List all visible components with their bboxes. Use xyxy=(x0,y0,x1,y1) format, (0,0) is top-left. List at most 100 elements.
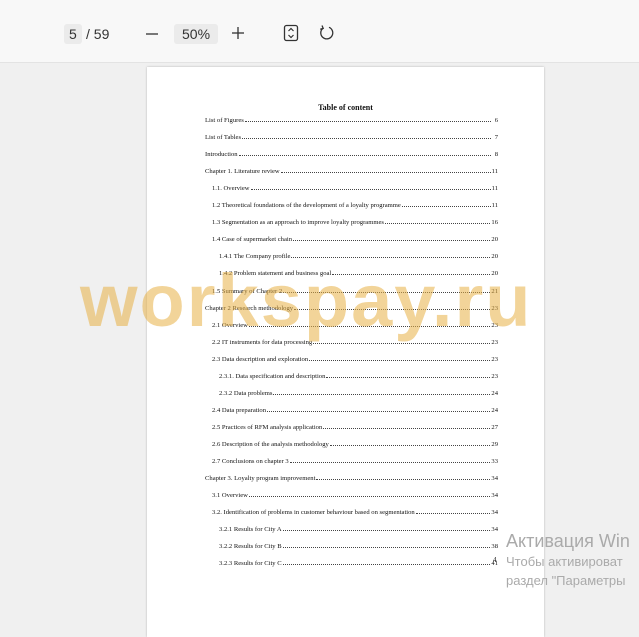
toc-dot-leader xyxy=(309,359,491,361)
toc-entry-title: 1.2 Theoretical foundations of the devel… xyxy=(212,202,401,210)
toc-dot-leader xyxy=(282,564,491,566)
toc-entry-title: 1.3 Segmentation as an approach to impro… xyxy=(212,219,384,227)
toc-entry-title: 2.5 Practices of RFM analysis applicatio… xyxy=(212,423,323,431)
toc-entry[interactable]: 2.3 Data description and exploration 23 xyxy=(212,353,498,363)
activation-line-2: раздел "Параметры xyxy=(506,573,626,588)
toc-entry[interactable]: 2.3.2 Data problems 24 xyxy=(219,387,498,397)
toc-entry[interactable]: 2.7 Conclusions on chapter 3 33 xyxy=(212,455,498,465)
zoom-level[interactable]: 50% xyxy=(174,24,219,44)
toc-entry-title: 2.3.1. Data specification and descriptio… xyxy=(219,372,326,380)
toc-dot-leader xyxy=(250,189,491,191)
toc-dot-leader xyxy=(401,206,491,208)
toc-entry[interactable]: 1.4 Case of supermarket chain 20 xyxy=(212,233,498,243)
rotate-button[interactable] xyxy=(318,24,336,42)
toc-entry-page: 34 xyxy=(491,475,498,483)
toc-dot-leader xyxy=(244,121,491,122)
toc-entry-title: Chapter 3. Loyalty program improvement xyxy=(205,475,316,483)
toc-dot-leader xyxy=(289,462,491,463)
toc-entry[interactable]: 2.4 Data preparation 24 xyxy=(212,404,498,414)
toc-entry-page: 7 xyxy=(494,134,498,142)
fit-page-icon xyxy=(283,24,299,42)
toc-entry-page: 27 xyxy=(491,423,498,431)
document-page: Table of content List of Figures 6 List of… xyxy=(147,67,544,637)
toc-entry-page: 34 xyxy=(491,509,498,517)
toc-entry[interactable]: 3.1 Overview 34 xyxy=(212,489,498,499)
toc-entry[interactable]: Introduction 8 xyxy=(205,148,498,158)
toc-entry[interactable]: 2.6 Description of the analysis methodol… xyxy=(212,438,498,448)
toc-dot-leader xyxy=(316,479,491,481)
toc-dot-leader xyxy=(282,530,491,532)
toc-entry-title: 1.4 Case of supermarket chain xyxy=(212,236,293,244)
toc-dot-leader xyxy=(242,138,491,140)
toc-entry-title: 2.7 Conclusions on chapter 3 xyxy=(212,458,289,465)
toc-dot-leader xyxy=(282,547,491,549)
toc-entry-page: 20 xyxy=(491,236,498,244)
toc-entry-title: List of Tables xyxy=(205,134,242,142)
toc-entry[interactable]: Chapter 3. Loyalty program improvement 34 xyxy=(205,472,498,482)
page-number-input[interactable]: 5 xyxy=(64,24,82,44)
toc-entry-page: 23 xyxy=(491,372,498,380)
toc-entry[interactable]: List of Tables 7 xyxy=(205,131,498,141)
toc-entry-page: 24 xyxy=(491,406,498,414)
toc-entry-title: 3.2.1 Results for City A xyxy=(219,526,282,534)
toc-dot-leader xyxy=(267,410,491,412)
zoom-out-button[interactable] xyxy=(142,23,162,45)
toc-dot-leader xyxy=(415,513,491,515)
toc-entry[interactable]: 2.5 Practices of RFM analysis applicatio… xyxy=(212,421,498,431)
toc-entry-title: 3.2.2 Results for City B xyxy=(219,543,282,551)
toc-entry[interactable]: 1.1. Overview 11 xyxy=(212,182,498,192)
toc-entry[interactable]: 3.2. Identification of problems in custo… xyxy=(212,506,498,516)
toc-entry-page: 38 xyxy=(491,543,498,551)
pdf-toolbar: 5 / 59 50% xyxy=(0,0,639,63)
toc-dot-leader xyxy=(238,155,491,157)
toc-entry[interactable]: 1.2 Theoretical foundations of the devel… xyxy=(212,199,498,209)
toc-entry-page: 6 xyxy=(494,117,498,124)
toc-entry-page: 24 xyxy=(491,389,498,397)
activation-title: Активация Win xyxy=(506,531,630,551)
minus-icon xyxy=(146,33,158,35)
toc-entry-page: 8 xyxy=(494,151,498,159)
toc-entry-page: 34 xyxy=(491,526,498,534)
toc-entry[interactable]: 3.2.1 Results for City A 34 xyxy=(219,523,498,533)
toc-entry-page: 33 xyxy=(491,458,498,465)
toc-title: Table of content xyxy=(318,103,373,112)
zoom-in-button[interactable] xyxy=(228,22,248,44)
toc-entry-title: List of Figures xyxy=(205,117,244,124)
activation-line-1: Чтобы активироват xyxy=(506,554,623,569)
toc-entry-page: 29 xyxy=(491,440,498,448)
toc-entry[interactable]: List of Figures 6 xyxy=(205,114,498,124)
toc-entry-title: 2.3 Data description and exploration xyxy=(212,355,309,363)
toc-entry[interactable]: 2.3.1. Data specification and descriptio… xyxy=(219,370,498,380)
toc-entry[interactable]: 3.2.2 Results for City B 38 xyxy=(219,540,498,550)
toc-entry-title: 2.3.2 Data problems xyxy=(219,389,273,397)
toc-dot-leader xyxy=(248,496,491,498)
toc-entry[interactable]: 1.3 Segmentation as an approach to impro… xyxy=(212,216,498,226)
toc-entry[interactable]: Chapter 1. Literature review 11 xyxy=(205,165,498,175)
plus-icon xyxy=(232,27,244,39)
toc-dot-leader xyxy=(280,172,491,174)
toc-entry-title: 3.2.3 Results for City C xyxy=(219,560,282,568)
toc-entry-page: 23 xyxy=(491,355,498,363)
page-total: / 59 xyxy=(86,26,110,42)
page-footer-number: 4 xyxy=(493,556,497,564)
toc-entry-title: 3.2. Identification of problems in custo… xyxy=(212,509,415,517)
toc-dot-leader xyxy=(323,427,491,429)
toc-entry-title: 3.1 Overview xyxy=(212,492,248,500)
toc-entry-title: 2.4 Data preparation xyxy=(212,406,267,414)
rotate-icon xyxy=(320,25,334,40)
watermark: workspay.ru xyxy=(80,259,533,342)
toc-entry[interactable]: 3.2.3 Results for City C 41 xyxy=(219,557,498,567)
toc-entry-page: 11 xyxy=(491,185,498,193)
toc-dot-leader xyxy=(273,393,491,395)
toc-entry-title: Introduction xyxy=(205,151,238,159)
toc-dot-leader xyxy=(329,444,491,446)
toc-entry-title: 1.1. Overview xyxy=(212,185,250,193)
toc-entry-page: 11 xyxy=(491,202,498,210)
toc-entry-page: 34 xyxy=(491,492,498,500)
toc-entry-title: Chapter 1. Literature review xyxy=(205,168,280,176)
fit-page-button[interactable] xyxy=(282,24,300,42)
toc-entry-title: 2.6 Description of the analysis methodol… xyxy=(212,440,329,448)
toc-entry-page: 16 xyxy=(491,219,498,227)
toc-entry-page: 11 xyxy=(491,168,498,176)
windows-activation-notice: Активация Win Чтобы активироват раздел "… xyxy=(506,530,630,590)
